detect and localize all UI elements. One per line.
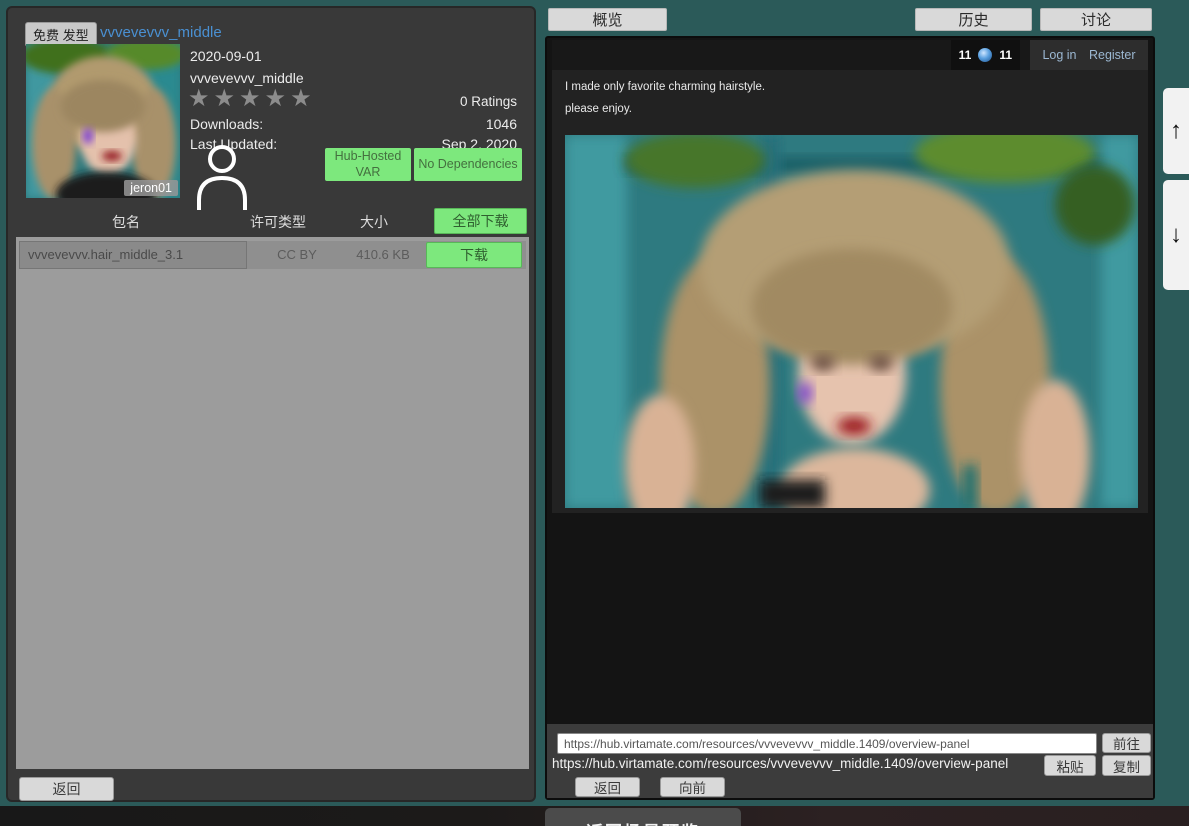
tab-history[interactable]: 历史	[915, 8, 1032, 31]
package-license: CC BY	[252, 241, 342, 269]
browser-controls: 前往 https://hub.virtamate.com/resources/v…	[547, 724, 1153, 798]
web-page-content: 11 11 Log in Register I made only favori…	[552, 40, 1148, 513]
author-label: jeron01	[124, 180, 178, 196]
tab-overview[interactable]: 概览	[548, 8, 667, 31]
resource-info-panel: 免费 发型 vvvevevvv_middle jeron01 202	[6, 6, 536, 802]
user-icon	[195, 142, 249, 210]
login-link[interactable]: Log in	[1042, 48, 1076, 62]
current-url-text: https://hub.virtamate.com/resources/vvve…	[552, 756, 1008, 771]
package-name-cell[interactable]: vvvevevvv.hair_middle_3.1	[19, 241, 247, 269]
package-list: vvvevevvv.hair_middle_3.1 CC BY 410.6 KB…	[16, 237, 529, 769]
column-header-license: 许可类型	[250, 212, 306, 232]
register-link[interactable]: Register	[1089, 48, 1136, 62]
download-all-button[interactable]: 全部下载	[434, 208, 527, 234]
alerts-count: 11	[999, 48, 1012, 62]
browser-forward-button[interactable]: 向前	[660, 777, 725, 797]
column-header-size: 大小	[360, 212, 388, 232]
hub-browser-screen: 返回场景预览 免费 发型 vvvevevvv_middle	[0, 0, 1189, 826]
resource-thumbnail: jeron01	[26, 44, 180, 198]
arrow-up-icon: ↑	[1170, 117, 1182, 145]
auth-links: Log in Register	[1030, 40, 1148, 70]
paste-button[interactable]: 粘贴	[1044, 755, 1096, 776]
arrow-down-icon: ↓	[1170, 221, 1182, 249]
embedded-webview: 11 11 Log in Register I made only favori…	[545, 36, 1155, 800]
resource-title: vvvevevvv_middle	[100, 24, 222, 41]
url-input[interactable]	[557, 733, 1097, 754]
messages-count: 11	[959, 48, 972, 62]
resource-date: 2020-09-01	[190, 48, 262, 64]
thumbnail-image	[26, 44, 180, 198]
hub-stats: 11 11	[951, 40, 1020, 70]
go-button[interactable]: 前往	[1102, 733, 1151, 753]
panel-back-button[interactable]: 返回	[19, 777, 114, 801]
no-dependencies-badge: No Dependencies	[414, 148, 522, 181]
background-bottom-strip: 返回场景预览	[0, 806, 1189, 826]
package-size: 410.6 KB	[347, 241, 419, 269]
scroll-up-button[interactable]: ↑	[1163, 88, 1189, 174]
hub-hosted-var-badge: Hub-Hosted VAR	[325, 148, 411, 181]
rating-stars-icon[interactable]: ★★★★★	[188, 84, 316, 113]
description-line-2: please enjoy.	[565, 103, 632, 115]
scroll-down-button[interactable]: ↓	[1163, 180, 1189, 290]
description-line-1: I made only favorite charming hairstyle.	[565, 81, 765, 93]
ratings-count: 0 Ratings	[460, 94, 517, 109]
downloads-label: Downloads:	[190, 116, 263, 132]
resource-image[interactable]	[565, 135, 1138, 508]
downloads-value: 1046	[486, 116, 517, 132]
copy-button[interactable]: 复制	[1102, 755, 1151, 776]
tab-discussion[interactable]: 讨论	[1040, 8, 1152, 31]
web-page-header: 11 11 Log in Register	[552, 40, 1148, 70]
download-button[interactable]: 下载	[426, 242, 522, 268]
table-row[interactable]: vvvevevvv.hair_middle_3.1 CC BY 410.6 KB…	[19, 241, 526, 269]
column-header-package: 包名	[112, 212, 140, 232]
browser-back-button[interactable]: 返回	[575, 777, 640, 797]
hub-icon	[978, 48, 992, 62]
partial-bottom-tab[interactable]: 返回场景预览	[545, 808, 741, 826]
